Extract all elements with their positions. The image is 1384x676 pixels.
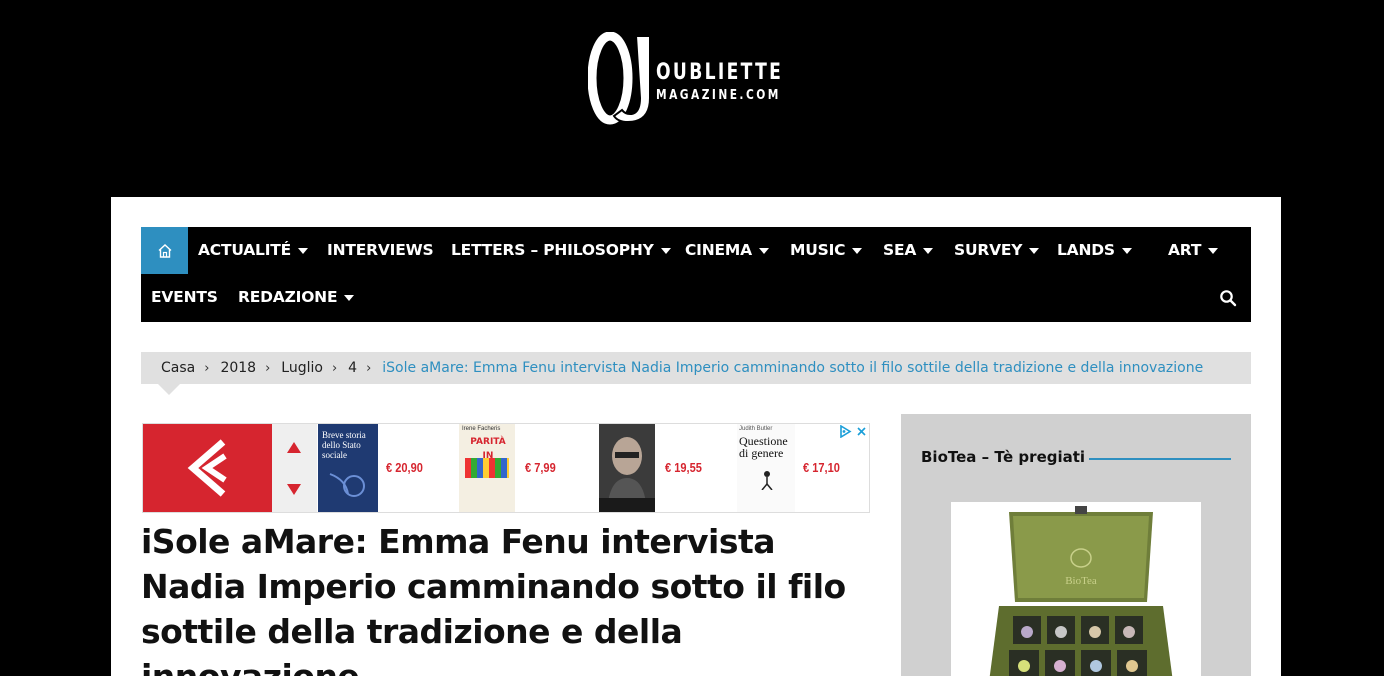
ad-book-price: € 19,55 [665, 460, 702, 475]
figure-icon [761, 471, 773, 490]
breadcrumb: Casa › 2018 › Luglio › 4 › iSole aMare: … [141, 352, 1251, 384]
chevron-down-icon [1208, 247, 1219, 254]
nav-item-label: SEA [883, 241, 917, 259]
nav-item-interviews[interactable]: INTERVIEWS [327, 241, 434, 259]
arrow-down-icon[interactable] [287, 484, 301, 495]
nav-item-survey[interactable]: SURVEY [954, 241, 1040, 259]
ad-book-price: € 17,10 [803, 460, 840, 475]
nav-item-events[interactable]: EVENTS [151, 288, 218, 306]
main-nav: ACTUALITÉ INTERVIEWS LETTERS – PHILOSOPH… [141, 227, 1251, 322]
page: OUBLIETTE MAGAZINE.COM ACTUALITÉ INTERVI… [0, 0, 1384, 676]
chevron-right-icon: › [366, 360, 372, 376]
nav-item-letters-philosophy[interactable]: LETTERS – PHILOSOPHY [451, 241, 671, 259]
breadcrumb-item-month[interactable]: Luglio [281, 360, 323, 376]
nav-item-label: SURVEY [954, 241, 1023, 259]
main-container: ACTUALITÉ INTERVIEWS LETTERS – PHILOSOPH… [111, 197, 1281, 676]
adchoices-icon[interactable] [839, 425, 852, 438]
chevron-right-icon: › [331, 360, 338, 376]
chevron-down-icon [923, 247, 934, 254]
nav-item-lands[interactable]: LANDS [1057, 241, 1132, 259]
nav-item-label: MUSIC [790, 241, 846, 259]
nav-item-sea[interactable]: SEA [883, 241, 934, 259]
chevron-down-icon [758, 247, 769, 254]
chevron-down-icon [852, 247, 863, 254]
chevron-down-icon [298, 247, 309, 254]
breadcrumb-item-year[interactable]: 2018 [220, 360, 256, 376]
article-title: iSole aMare: Emma Fenu intervista Nadia … [141, 522, 846, 676]
nav-item-label: ART [1168, 241, 1202, 259]
tea-box-brand: BioTea [1065, 575, 1097, 587]
ad-book-cover[interactable]: Judith Butler Questione di genere [737, 424, 795, 512]
tea-box-image: BioTea [951, 502, 1201, 676]
breadcrumb-item-home[interactable]: Casa [161, 360, 195, 376]
chevron-down-icon [1029, 247, 1040, 254]
sidebar-widget: BioTea – Tè pregiati BioTea [901, 414, 1251, 676]
nav-item-label: ACTUALITÉ [198, 241, 292, 259]
home-icon [158, 243, 171, 258]
arrow-up-icon[interactable] [287, 442, 301, 453]
widget-title-divider [1089, 458, 1231, 460]
breadcrumb-item-day[interactable]: 4 [348, 360, 357, 376]
search-icon[interactable] [1219, 289, 1237, 307]
nav-item-label: REDAZIONE [238, 288, 338, 306]
logo-mark-icon [588, 32, 651, 125]
ad-book-price: € 20,90 [386, 460, 423, 475]
portrait-icon [599, 424, 655, 512]
feltrinelli-logo-icon [143, 424, 272, 512]
breadcrumb-pointer [158, 384, 180, 395]
nav-item-music[interactable]: MUSIC [790, 241, 863, 259]
chevron-down-icon [344, 294, 355, 301]
ad-book-cover[interactable]: Breve storia dello Stato sociale [318, 424, 378, 512]
nav-item-cinema[interactable]: CINEMA [685, 241, 769, 259]
ad-book-title: Questione di genere [739, 434, 788, 460]
nav-item-label: LETTERS – PHILOSOPHY [451, 241, 654, 259]
nav-home-button[interactable] [141, 227, 188, 274]
ad-book-price: € 7,99 [525, 460, 556, 475]
chevron-right-icon: › [204, 360, 210, 376]
ad-book-cover[interactable]: Irene Facheris PARITÀ IN PILLOLE [459, 424, 515, 512]
widget-title: BioTea – Tè pregiati [921, 448, 1086, 466]
breadcrumb-current: iSole aMare: Emma Fenu intervista Nadia … [382, 360, 1204, 376]
nav-item-redazione[interactable]: REDAZIONE [238, 288, 355, 306]
ad-choices[interactable] [839, 425, 867, 438]
ad-book-title: Breve storia dello Stato sociale [322, 430, 366, 460]
nav-item-art[interactable]: ART [1168, 241, 1219, 259]
chevron-down-icon [660, 247, 671, 254]
close-icon[interactable] [856, 426, 867, 437]
nav-item-label: LANDS [1057, 241, 1115, 259]
ad-book-author: Irene Facheris [462, 426, 501, 432]
ad-carousel-controls [272, 424, 317, 512]
ad-banner[interactable]: Breve storia dello Stato sociale € 20,90… [142, 423, 870, 513]
nav-item-label: CINEMA [685, 241, 752, 259]
ad-book-cover[interactable] [599, 424, 655, 512]
illustration-icon [465, 458, 509, 478]
nav-item-actualite[interactable]: ACTUALITÉ [198, 241, 309, 259]
nav-item-label: INTERVIEWS [327, 241, 434, 259]
chevron-down-icon [1121, 247, 1132, 254]
logo-subtitle: MAGAZINE.COM [656, 88, 781, 103]
site-logo[interactable]: OUBLIETTE MAGAZINE.COM [588, 32, 808, 128]
logo-title: OUBLIETTE [656, 60, 784, 85]
chevron-right-icon: › [265, 360, 271, 376]
widget-image[interactable]: BioTea [951, 502, 1201, 676]
ad-book-author: Judith Butler [739, 426, 773, 432]
nav-item-label: EVENTS [151, 288, 218, 306]
illustration-icon [329, 473, 365, 497]
